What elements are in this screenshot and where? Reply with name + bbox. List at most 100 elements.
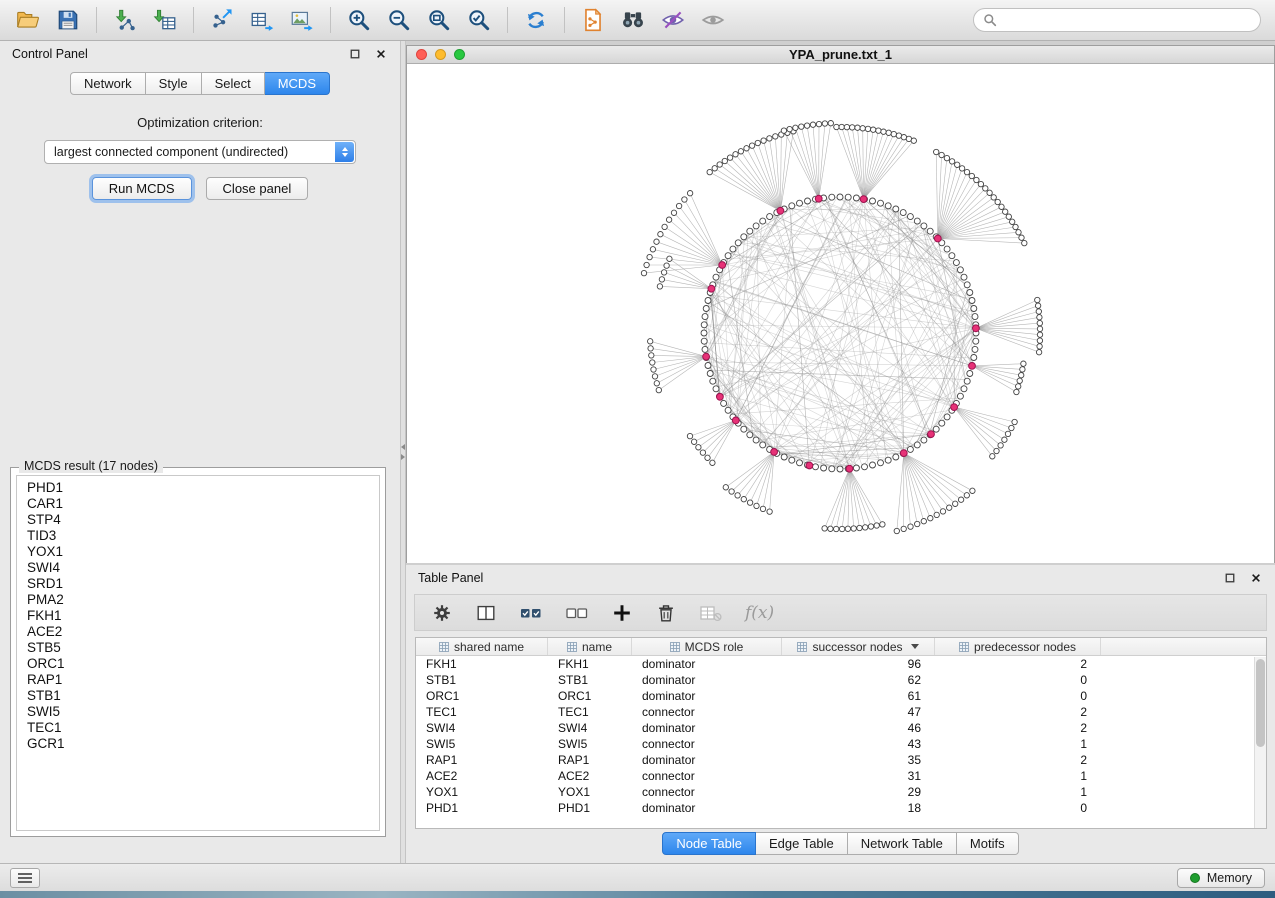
network-ring-node[interactable] [953, 260, 959, 266]
network-dominator-node[interactable] [934, 235, 941, 242]
network-leaf-node[interactable] [661, 270, 666, 275]
table-cell[interactable]: TEC1 [416, 705, 548, 719]
network-leaf-node[interactable] [1010, 219, 1015, 224]
table-cell[interactable]: STB1 [548, 673, 632, 687]
network-leaf-node[interactable] [676, 203, 681, 208]
table-cell[interactable]: 0 [935, 801, 1101, 815]
table-cell[interactable]: 18 [782, 801, 935, 815]
network-leaf-node[interactable] [729, 489, 734, 494]
network-leaf-node[interactable] [886, 130, 891, 135]
network-ring-node[interactable] [797, 460, 803, 466]
network-ring-node[interactable] [971, 306, 977, 312]
table-row[interactable]: SWI4SWI4dominator462 [416, 720, 1266, 736]
network-leaf-node[interactable] [995, 199, 1000, 204]
network-ring-node[interactable] [705, 363, 711, 369]
network-leaf-node[interactable] [894, 528, 899, 533]
table-row[interactable]: SWI5SWI5connector431 [416, 736, 1266, 752]
mcds-result-item[interactable]: TID3 [27, 528, 369, 544]
network-leaf-node[interactable] [934, 512, 939, 517]
table-scrollbar-thumb[interactable] [1256, 659, 1265, 747]
network-svg[interactable] [407, 64, 1274, 563]
tab-mcds[interactable]: MCDS [265, 72, 330, 95]
collapse-left-icon[interactable] [401, 444, 405, 450]
network-dominator-node[interactable] [900, 450, 907, 457]
network-ring-node[interactable] [707, 371, 713, 377]
column-header-mcds-role[interactable]: MCDS role [632, 638, 782, 655]
network-ring-node[interactable] [870, 198, 876, 204]
network-ring-node[interactable] [961, 386, 967, 392]
network-leaf-node[interactable] [735, 493, 740, 498]
mcds-result-item[interactable]: RAP1 [27, 672, 369, 688]
table-row[interactable]: ORC1ORC1dominator610 [416, 688, 1266, 704]
table-cell[interactable]: connector [632, 737, 782, 751]
network-leaf-node[interactable] [944, 155, 949, 160]
network-leaf-node[interactable] [733, 152, 738, 157]
table-cell[interactable]: 46 [782, 721, 935, 735]
network-leaf-node[interactable] [1019, 235, 1024, 240]
network-leaf-node[interactable] [874, 523, 879, 528]
network-leaf-node[interactable] [650, 360, 655, 365]
network-leaf-node[interactable] [749, 143, 754, 148]
network-leaf-node[interactable] [1037, 326, 1042, 331]
network-leaf-node[interactable] [990, 454, 995, 459]
network-leaf-node[interactable] [921, 519, 926, 524]
show-hide-details-button[interactable] [695, 4, 731, 36]
collapse-right-icon[interactable] [401, 454, 405, 460]
network-leaf-node[interactable] [727, 155, 732, 160]
network-ring-node[interactable] [845, 194, 851, 200]
table-cell[interactable]: 43 [782, 737, 935, 751]
table-cell[interactable]: dominator [632, 689, 782, 703]
network-ring-node[interactable] [893, 206, 899, 212]
network-leaf-node[interactable] [700, 450, 705, 455]
network-leaf-node[interactable] [978, 181, 983, 186]
network-dominator-node[interactable] [860, 196, 867, 203]
column-header-shared-name[interactable]: shared name [416, 638, 548, 655]
network-leaf-node[interactable] [958, 497, 963, 502]
table-cell[interactable]: dominator [632, 801, 782, 815]
network-leaf-node[interactable] [1037, 332, 1042, 337]
network-ring-node[interactable] [730, 246, 736, 252]
network-ring-node[interactable] [972, 314, 978, 320]
table-cell[interactable]: 35 [782, 753, 935, 767]
network-ring-node[interactable] [862, 464, 868, 470]
network-ring-node[interactable] [829, 194, 835, 200]
network-leaf-node[interactable] [747, 500, 752, 505]
network-leaf-node[interactable] [662, 224, 667, 229]
network-ring-node[interactable] [789, 457, 795, 463]
mcds-result-item[interactable]: GCR1 [27, 736, 369, 752]
table-cell[interactable]: dominator [632, 673, 782, 687]
network-ring-node[interactable] [961, 274, 967, 280]
table-cell[interactable]: YOX1 [548, 785, 632, 799]
table-cell[interactable]: YOX1 [416, 785, 548, 799]
refresh-button[interactable] [518, 4, 554, 36]
table-cell[interactable]: 31 [782, 769, 935, 783]
network-dominator-node[interactable] [717, 393, 724, 400]
network-leaf-node[interactable] [717, 162, 722, 167]
select-all-button[interactable] [519, 602, 543, 624]
table-cell[interactable]: connector [632, 785, 782, 799]
mcds-result-item[interactable]: ACE2 [27, 624, 369, 640]
graphics-details-button[interactable] [655, 4, 691, 36]
mcds-result-item[interactable]: STP4 [27, 512, 369, 528]
network-leaf-node[interactable] [871, 127, 876, 132]
table-row[interactable]: FKH1FKH1dominator962 [416, 656, 1266, 672]
network-ring-node[interactable] [753, 223, 759, 229]
network-ring-node[interactable] [893, 454, 899, 460]
network-leaf-node[interactable] [754, 503, 759, 508]
network-leaf-node[interactable] [1013, 224, 1018, 229]
network-leaf-node[interactable] [705, 455, 710, 460]
network-leaf-node[interactable] [1037, 338, 1042, 343]
network-ring-node[interactable] [972, 346, 978, 352]
network-leaf-node[interactable] [991, 195, 996, 200]
tab-network[interactable]: Network [70, 72, 146, 95]
mcds-result-item[interactable]: SWI4 [27, 560, 369, 576]
table-cell[interactable]: ORC1 [548, 689, 632, 703]
network-ring-node[interactable] [721, 400, 727, 406]
delete-column-button[interactable] [655, 602, 677, 624]
show-columns-button[interactable] [475, 602, 497, 624]
network-ring-node[interactable] [914, 442, 920, 448]
network-ring-node[interactable] [939, 420, 945, 426]
network-leaf-node[interactable] [834, 526, 839, 531]
table-cell[interactable]: 1 [935, 785, 1101, 799]
network-ring-node[interactable] [789, 203, 795, 209]
